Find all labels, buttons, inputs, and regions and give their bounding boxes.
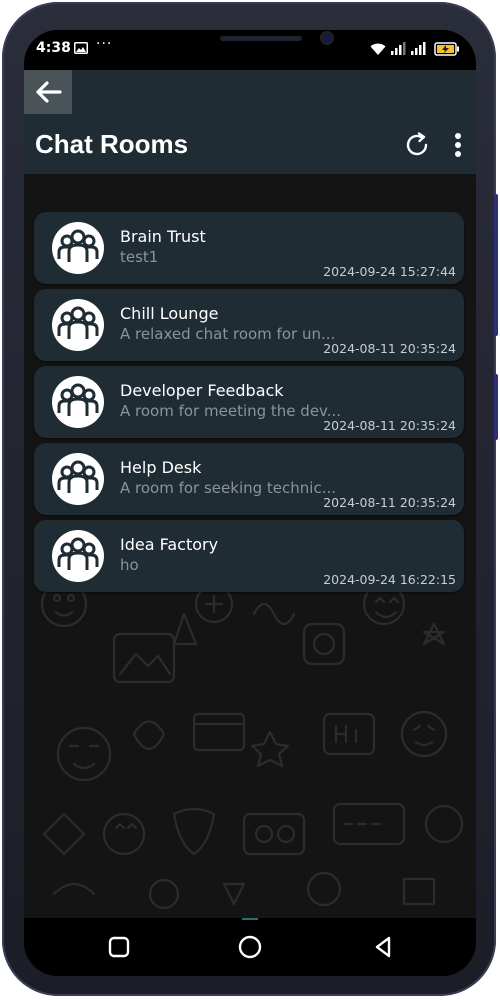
room-name: Idea Factory (120, 535, 219, 554)
gallery-icon (74, 42, 88, 54)
group-avatar-icon (52, 299, 104, 351)
wifi-icon (370, 43, 386, 55)
room-description: ho (120, 556, 139, 574)
phone-frame: 4:38 ··· Chat Rooms Brain Trust test1 20… (2, 2, 498, 996)
group-avatar-icon (52, 376, 104, 428)
room-name: Brain Trust (120, 227, 206, 246)
room-card[interactable]: Chill Lounge A relaxed chat room for un.… (34, 289, 464, 361)
room-timestamp: 2024-09-24 15:27:44 (323, 264, 456, 279)
arrow-left-icon (36, 81, 62, 103)
room-description: A room for seeking technic... (120, 479, 337, 497)
nav-indicator (242, 918, 258, 920)
more-vertical-icon[interactable] (448, 130, 468, 160)
room-name: Chill Lounge (120, 304, 219, 323)
signal-icon (391, 42, 406, 55)
page-title: Chat Rooms (35, 129, 189, 159)
group-avatar-icon (52, 453, 104, 505)
refresh-icon[interactable] (402, 130, 432, 160)
power-button (494, 374, 498, 440)
earpiece (220, 36, 302, 41)
front-camera (322, 33, 332, 43)
room-name: Help Desk (120, 458, 202, 477)
room-timestamp: 2024-08-11 20:35:24 (323, 341, 456, 356)
signal-icon (411, 42, 426, 55)
chat-room-list[interactable]: Brain Trust test1 2024-09-24 15:27:44 Ch… (24, 174, 476, 918)
system-nav-bar (24, 918, 476, 976)
room-card[interactable]: Developer Feedback A room for meeting th… (34, 366, 464, 438)
group-avatar-icon (52, 222, 104, 274)
status-bar: 4:38 ··· (24, 30, 476, 70)
status-more-icon: ··· (96, 36, 113, 52)
recents-square-icon[interactable] (104, 932, 134, 962)
room-card[interactable]: Help Desk A room for seeking technic... … (34, 443, 464, 515)
back-button[interactable] (24, 70, 72, 114)
room-card[interactable]: Brain Trust test1 2024-09-24 15:27:44 (34, 212, 464, 284)
room-description: A relaxed chat room for un... (120, 325, 336, 343)
room-description: A room for meeting the dev... (120, 402, 342, 420)
back-triangle-icon[interactable] (368, 932, 398, 962)
app-bar: Chat Rooms (24, 70, 476, 174)
home-circle-icon[interactable] (235, 932, 265, 962)
room-timestamp: 2024-09-24 16:22:15 (323, 572, 456, 587)
room-timestamp: 2024-08-11 20:35:24 (323, 495, 456, 510)
room-card[interactable]: Idea Factory ho 2024-09-24 16:22:15 (34, 520, 464, 592)
screen: 4:38 ··· Chat Rooms Brain Trust test1 20… (24, 30, 476, 976)
room-name: Developer Feedback (120, 381, 284, 400)
volume-button (494, 194, 498, 336)
group-avatar-icon (52, 530, 104, 582)
room-timestamp: 2024-08-11 20:35:24 (323, 418, 456, 433)
room-description: test1 (120, 248, 159, 266)
status-time: 4:38 (36, 40, 71, 56)
battery-charging-icon (434, 42, 459, 56)
